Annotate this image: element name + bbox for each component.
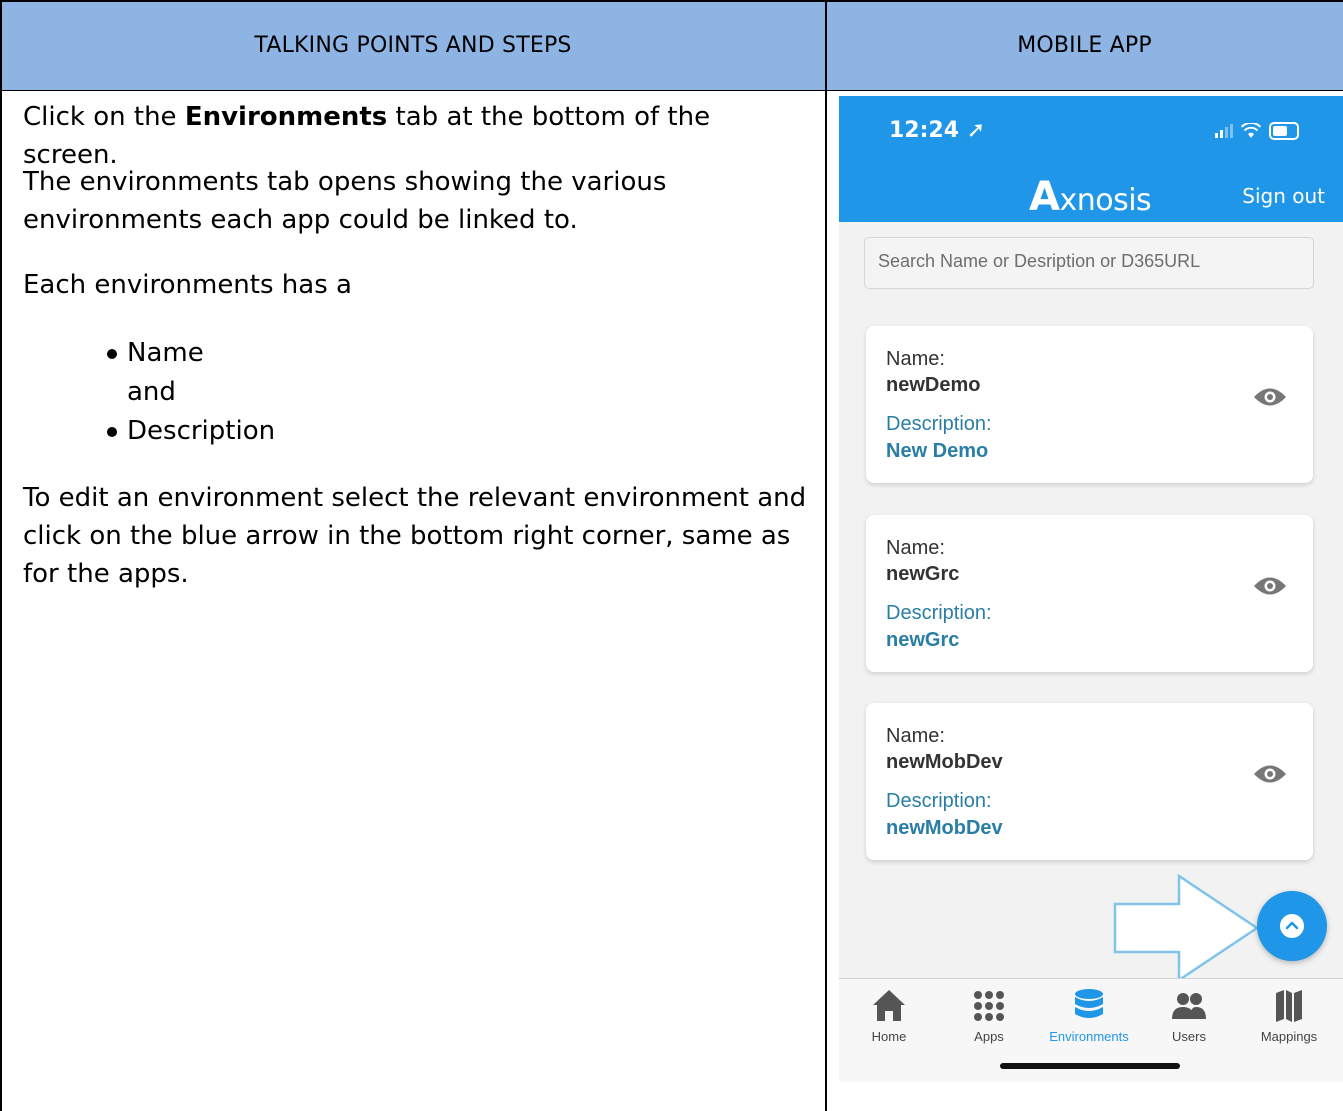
tab-home[interactable]: Home: [839, 987, 939, 1044]
description-label: Description:: [886, 790, 992, 812]
field-name: Name: [127, 338, 204, 368]
status-icons: [1215, 122, 1299, 140]
table-border-middle: [825, 0, 827, 1111]
environment-card[interactable]: Name: newGrc Description: newGrc: [866, 515, 1313, 672]
table-border-header: [0, 90, 1343, 91]
header-talking-points: TALKING POINTS AND STEPS: [254, 32, 572, 58]
time-text: 12:24: [889, 118, 960, 143]
description-value: newMobDev: [886, 817, 1003, 839]
environment-card[interactable]: Name: newMobDev Description: newMobDev: [866, 703, 1313, 860]
field-description: Description: [127, 416, 276, 446]
tab-users[interactable]: Users: [1139, 987, 1239, 1044]
tab-label: Apps: [974, 1029, 1004, 1044]
eye-icon[interactable]: [1253, 575, 1287, 597]
table-border-left: [0, 0, 2, 1111]
signal-icon: [1215, 124, 1233, 138]
logo-text: xnosis: [1059, 183, 1152, 218]
logo-letter: A: [1029, 174, 1060, 220]
name-value: newMobDev: [886, 751, 1003, 773]
apps-grid-icon: [974, 991, 1004, 1021]
tab-label: Mappings: [1260, 1029, 1318, 1044]
tab-label: Environments: [1049, 1029, 1129, 1044]
description-label: Description:: [886, 602, 992, 624]
map-icon: [1276, 990, 1302, 1022]
app-header: 12:24 ➚ Axnosis Sign out: [839, 96, 1343, 222]
status-time: 12:24 ➚: [889, 118, 985, 143]
description-value: newGrc: [886, 629, 960, 651]
callout-arrow-icon: [1113, 874, 1260, 982]
eye-icon[interactable]: [1253, 763, 1287, 785]
step-text: Click on the: [23, 102, 185, 132]
location-arrow-icon: ➚: [966, 118, 986, 143]
description-value: New Demo: [886, 440, 989, 462]
name-label: Name:: [886, 725, 945, 747]
tab-label: Home: [871, 1029, 907, 1044]
fields-intro: Each environments has a: [23, 270, 352, 300]
tab-label: Users: [1172, 1029, 1206, 1044]
home-indicator: [1000, 1063, 1180, 1069]
name-label: Name:: [886, 348, 945, 370]
sign-out-link[interactable]: Sign out: [1242, 184, 1325, 208]
instruction-table: TALKING POINTS AND STEPS MOBILE APP Clic…: [0, 0, 1343, 1111]
axnosis-logo: Axnosis: [1029, 174, 1152, 220]
bullet-icon: [107, 427, 117, 437]
home-icon: [873, 990, 905, 1021]
environment-card[interactable]: Name: newDemo Description: New Demo: [866, 326, 1313, 483]
edit-instructions: To edit an environment select the releva…: [23, 483, 807, 589]
name-value: newGrc: [886, 563, 960, 585]
wifi-icon: [1241, 123, 1261, 138]
name-value: newDemo: [886, 374, 981, 396]
mobile-app-screenshot: 12:24 ➚ Axnosis Sign out Search Name or …: [839, 96, 1343, 1082]
environments-emphasis: Environments: [184, 102, 388, 132]
chevron-up-icon: [1280, 914, 1304, 938]
battery-icon: [1269, 122, 1299, 140]
bullet-icon: [107, 349, 117, 359]
tab-apps[interactable]: Apps: [939, 987, 1039, 1044]
table-border-top: [0, 0, 1343, 2]
users-icon: [1172, 993, 1206, 1019]
tab-mappings[interactable]: Mappings: [1239, 987, 1339, 1044]
tab-environments[interactable]: Environments: [1039, 987, 1139, 1044]
environments-description: The environments tab opens showing the v…: [23, 167, 667, 235]
header-mobile-app: MOBILE APP: [1017, 32, 1152, 58]
name-label: Name:: [886, 537, 945, 559]
description-label: Description:: [886, 413, 992, 435]
database-icon: [1075, 989, 1103, 1018]
search-input[interactable]: Search Name or Desription or D365URL: [864, 237, 1314, 289]
connector-text: and: [127, 377, 176, 407]
eye-icon[interactable]: [1253, 386, 1287, 408]
scroll-up-fab-button[interactable]: [1257, 891, 1327, 961]
